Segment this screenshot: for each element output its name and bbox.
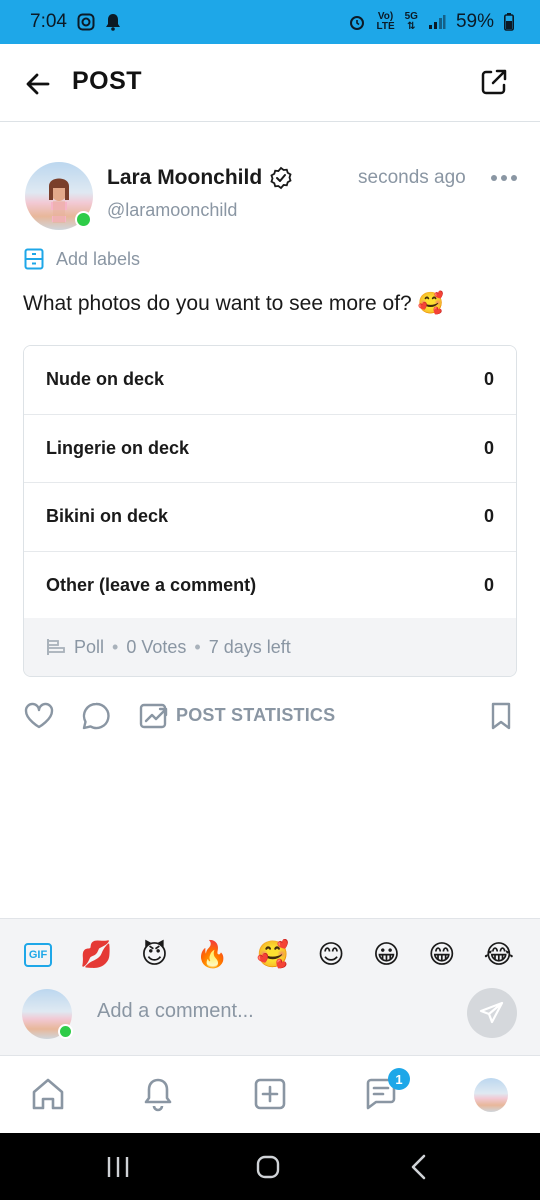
post-statistics-button[interactable]: POST STATISTICS	[176, 705, 335, 726]
send-icon	[479, 1001, 504, 1024]
emoji-beam[interactable]: 😁	[428, 940, 455, 970]
poll-option-label: Lingerie on deck	[46, 437, 190, 458]
poll-option[interactable]: Nude on deck 0	[24, 346, 516, 415]
emoji-hearts-face[interactable]: 🥰	[257, 940, 289, 970]
poll-option[interactable]: Bikini on deck 0	[24, 483, 516, 552]
back-arrow-icon[interactable]	[22, 68, 54, 100]
author-name[interactable]: Lara Moonchild	[107, 166, 262, 190]
comment-bubble-icon[interactable]	[80, 700, 112, 732]
comment-input[interactable]	[95, 999, 439, 1024]
add-labels-label: Add labels	[56, 248, 141, 269]
signal-icon	[428, 15, 446, 29]
post-text: What photos do you want to see more of? …	[23, 292, 444, 315]
poll-option-votes: 0	[483, 369, 494, 390]
comment-composer: GIF 💋 😈 🔥 🥰 😊 😀 😁 😂	[0, 918, 540, 1056]
verified-badge-icon	[270, 166, 292, 190]
instagram-icon	[77, 13, 95, 31]
emoji-fire[interactable]: 🔥	[196, 940, 228, 970]
poll-option-label: Other (leave a comment)	[46, 574, 257, 595]
author-avatar[interactable]	[25, 162, 93, 230]
home-button-icon[interactable]	[252, 1151, 284, 1183]
poll-option-votes: 0	[483, 437, 494, 458]
poll-time-left: 7 days left	[208, 636, 291, 657]
messages-badge: 1	[388, 1068, 410, 1090]
label-drawer-icon	[24, 248, 44, 270]
poll-footer: Poll • 0 Votes • 7 days left	[24, 618, 516, 676]
recent-apps-icon[interactable]	[102, 1151, 134, 1183]
emoji-grin[interactable]: 😀	[373, 940, 400, 970]
share-icon[interactable]	[478, 66, 510, 98]
bookmark-icon[interactable]	[485, 700, 517, 732]
commenter-avatar	[22, 989, 73, 1039]
poll-votes-count: 0 Votes	[126, 636, 187, 657]
online-status-dot	[58, 1024, 73, 1039]
system-nav-bar	[0, 1133, 540, 1200]
system-back-icon[interactable]	[404, 1151, 436, 1183]
emoji-kiss[interactable]: 💋	[80, 940, 112, 970]
poll-option-votes: 0	[483, 574, 494, 595]
post-timestamp: seconds ago	[358, 167, 466, 188]
bottom-nav: 1	[0, 1055, 540, 1134]
profile-avatar[interactable]	[474, 1078, 508, 1112]
gif-button[interactable]: GIF	[24, 943, 52, 967]
app-header: POST	[0, 44, 540, 122]
network-5g-indicator: 5G ⇅	[404, 11, 418, 32]
poll-option-votes: 0	[483, 506, 494, 527]
more-options-icon[interactable]	[490, 168, 518, 188]
home-icon[interactable]	[30, 1076, 66, 1112]
alarm-icon	[350, 16, 365, 30]
page-title: POST	[72, 67, 143, 95]
status-bar: 7:04 Vo) LTE 5G ⇅ 59%	[0, 0, 540, 44]
post-statistics-icon[interactable]	[138, 700, 170, 732]
emoji-devil[interactable]: 😈	[141, 940, 168, 970]
notifications-bell-icon[interactable]	[140, 1076, 176, 1112]
add-labels-button[interactable]: Add labels	[24, 248, 140, 270]
emoji-smile[interactable]: 😊	[317, 940, 344, 970]
heart-icon[interactable]	[23, 700, 55, 732]
poll-option-label: Bikini on deck	[46, 506, 169, 527]
quick-emoji-row: GIF 💋 😈 🔥 🥰 😊 😀 😁 😂	[24, 937, 514, 973]
emoji-laugh[interactable]: 😂	[484, 940, 514, 970]
poll-option[interactable]: Other (leave a comment) 0	[24, 551, 516, 620]
poll-type-label: Poll	[74, 636, 105, 657]
poll: Nude on deck 0 Lingerie on deck 0 Bikini…	[23, 345, 517, 677]
battery-percent: 59%	[455, 11, 494, 32]
status-time: 7:04	[30, 11, 67, 32]
volte-indicator: Vo) LTE	[376, 11, 395, 32]
add-post-icon[interactable]	[252, 1076, 288, 1112]
poll-option[interactable]: Lingerie on deck 0	[24, 414, 516, 483]
online-status-dot	[75, 211, 92, 228]
poll-icon	[47, 639, 65, 655]
send-button[interactable]	[467, 988, 517, 1038]
poll-option-label: Nude on deck	[46, 369, 165, 390]
post-actions: POST STATISTICS	[23, 700, 517, 732]
notification-bell-icon	[105, 14, 120, 31]
author-handle[interactable]: @laramoonchild	[107, 200, 237, 221]
battery-icon	[504, 13, 514, 31]
